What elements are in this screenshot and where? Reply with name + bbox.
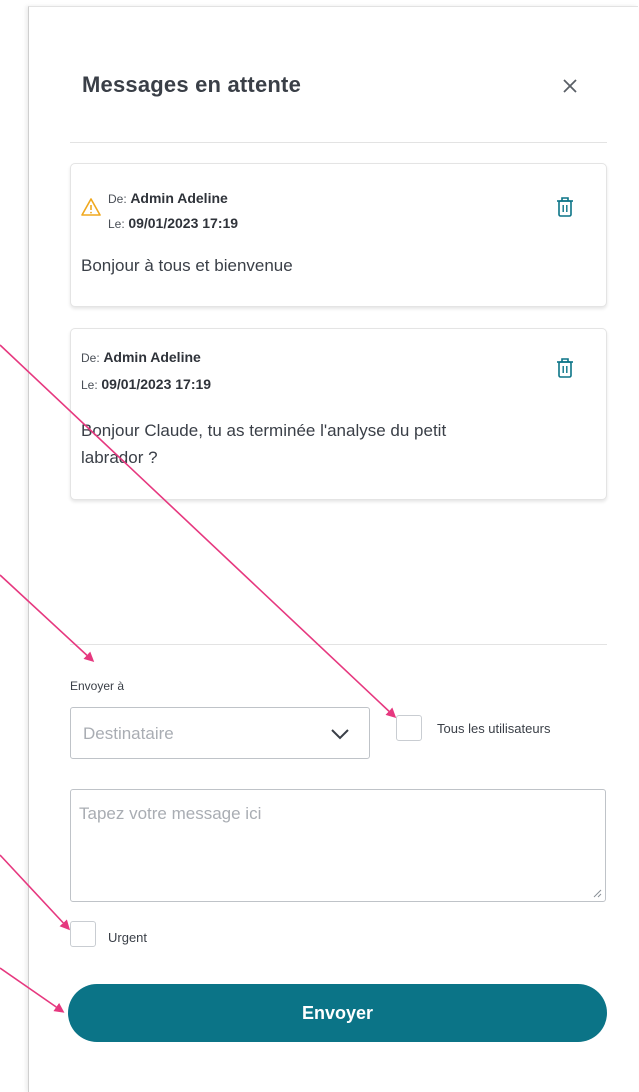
header-divider <box>70 142 607 143</box>
message-card: De: Admin Adeline Le: 09/01/2023 17:19 B… <box>70 163 607 307</box>
urgent-checkbox[interactable] <box>70 921 96 947</box>
trash-icon[interactable] <box>556 196 574 218</box>
message-text: Bonjour à tous et bienvenue <box>81 256 293 275</box>
close-icon[interactable] <box>556 72 584 100</box>
chevron-down-icon <box>331 729 349 740</box>
send-button-label: Envoyer <box>301 1002 374 1023</box>
send-button[interactable]: Envoyer <box>68 984 607 1042</box>
message-from: De: Admin Adeline <box>81 349 201 365</box>
warning-icon <box>81 198 101 216</box>
urgent-label: Urgent <box>108 930 148 945</box>
recipient-select[interactable]: Destinataire <box>70 707 370 759</box>
message-input[interactable] <box>70 789 606 902</box>
message-card: De: Admin Adeline Le: 09/01/2023 17:19 B… <box>70 328 607 500</box>
message-date: Le: 09/01/2023 17:19 <box>108 215 239 231</box>
message-date: Le: 09/01/2023 17:19 <box>81 376 212 392</box>
recipient-label: Envoyer à <box>70 679 125 693</box>
message-text: Bonjour Claude, tu as terminée l'analyse… <box>81 421 447 467</box>
recipient-placeholder: Destinataire <box>83 724 174 743</box>
panel-title: Messages en attente <box>82 72 301 97</box>
all-users-label: Tous les utilisateurs <box>437 721 551 736</box>
all-users-checkbox[interactable] <box>396 715 422 741</box>
message-from: De: Admin Adeline <box>108 190 228 206</box>
trash-icon[interactable] <box>556 357 574 379</box>
compose-divider <box>70 644 607 645</box>
resize-handle-icon[interactable] <box>592 888 602 898</box>
